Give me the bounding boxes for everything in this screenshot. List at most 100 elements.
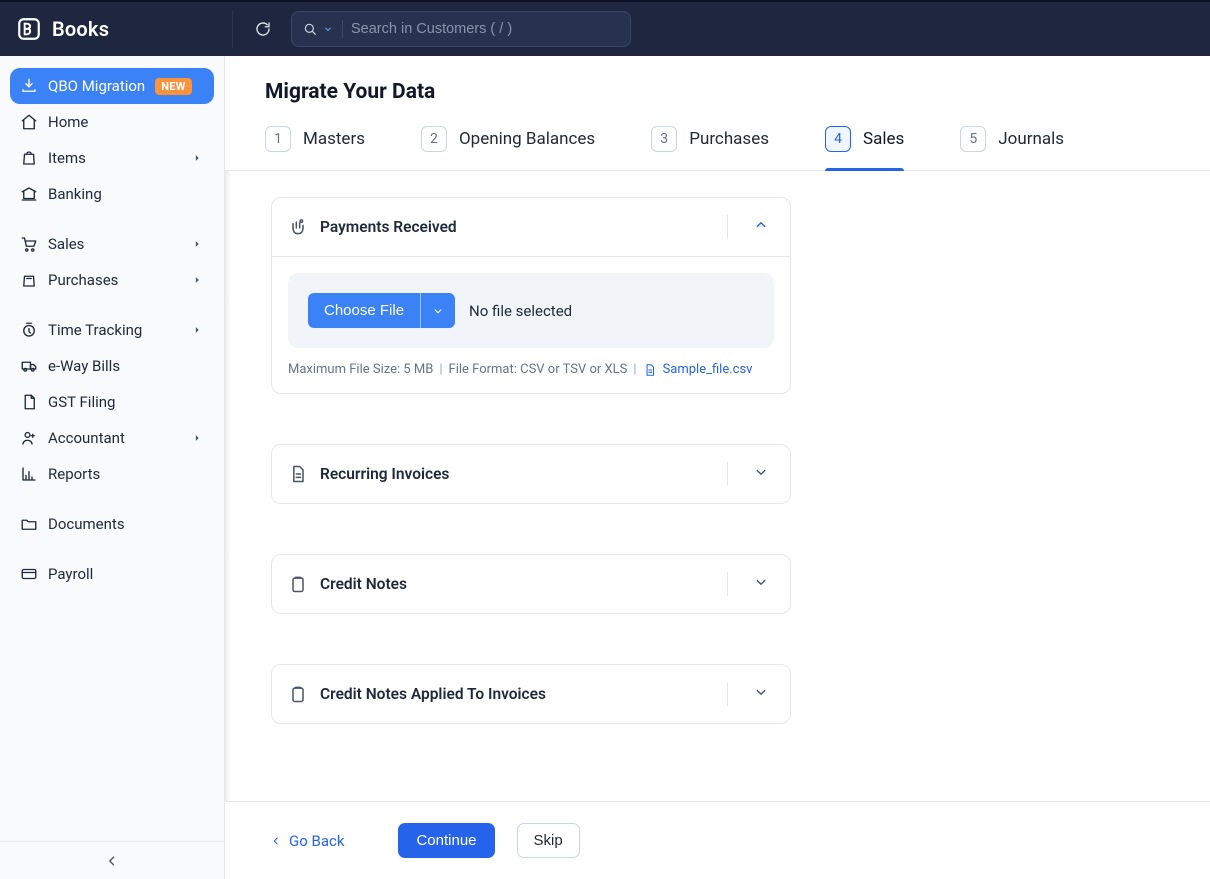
- sidebar-item-label: Accountant: [48, 429, 125, 447]
- sidebar-item-eway-bills[interactable]: e-Way Bills: [10, 348, 214, 384]
- footer-bar: Go Back Continue Skip: [225, 801, 1210, 879]
- chevron-right-icon: [190, 273, 204, 287]
- step-number: 3: [651, 126, 677, 152]
- file-icon: [643, 363, 657, 377]
- sidebar-item-documents[interactable]: Documents: [10, 506, 214, 542]
- chevron-left-icon: [269, 834, 283, 848]
- chevron-right-icon: [190, 237, 204, 251]
- sidebar-item-gst-filing[interactable]: GST Filing: [10, 384, 214, 420]
- step-number: 4: [825, 126, 851, 152]
- sample-file-link[interactable]: Sample_file.csv: [643, 362, 753, 377]
- document-icon: [288, 464, 308, 484]
- step-number: 2: [421, 126, 447, 152]
- step-number: 1: [265, 126, 291, 152]
- brand-icon: [16, 16, 42, 42]
- sidebar-item-label: GST Filing: [48, 393, 115, 411]
- sidebar-item-label: Reports: [48, 465, 100, 483]
- bank-icon: [20, 185, 38, 203]
- file-picker: Choose File No file selected: [288, 273, 774, 348]
- payments-icon: [288, 217, 308, 237]
- step-label: Journals: [998, 129, 1064, 149]
- step-label: Purchases: [689, 129, 769, 149]
- search-icon: [302, 21, 318, 37]
- step-opening-balances[interactable]: 2 Opening Balances: [421, 126, 595, 170]
- new-badge: NEW: [155, 78, 191, 95]
- step-purchases[interactable]: 3 Purchases: [651, 126, 769, 170]
- refresh-icon: [254, 20, 272, 38]
- truck-icon: [20, 357, 38, 375]
- sidebar-item-qbo-migration[interactable]: QBO Migration NEW: [10, 68, 214, 104]
- caret-down-icon: [431, 304, 445, 318]
- chevron-down-icon: [752, 683, 770, 701]
- sidebar-item-label: Documents: [48, 515, 125, 533]
- sidebar-item-label: Payroll: [48, 565, 93, 583]
- skip-button[interactable]: Skip: [517, 823, 580, 858]
- page-title: Migrate Your Data: [265, 80, 1170, 104]
- collapse-toggle[interactable]: [748, 212, 774, 242]
- expand-toggle[interactable]: [748, 569, 774, 599]
- bag-icon: [20, 149, 38, 167]
- step-label: Opening Balances: [459, 129, 595, 149]
- choose-file-button[interactable]: Choose File: [308, 293, 420, 328]
- sidebar-item-label: Banking: [48, 185, 102, 203]
- sidebar-item-items[interactable]: Items: [10, 140, 214, 176]
- hint-format: File Format: CSV or TSV or XLS: [449, 362, 628, 377]
- step-number: 5: [960, 126, 986, 152]
- sidebar-item-home[interactable]: Home: [10, 104, 214, 140]
- step-label: Sales: [863, 129, 904, 149]
- sidebar-item-reports[interactable]: Reports: [10, 456, 214, 492]
- sidebar-item-sales[interactable]: Sales: [10, 226, 214, 262]
- sidebar: QBO Migration NEW Home Items Banking Sal…: [0, 56, 225, 879]
- sidebar-collapse-button[interactable]: [0, 841, 224, 879]
- section-header[interactable]: Payments Received: [272, 198, 790, 256]
- file-status: No file selected: [469, 302, 572, 320]
- step-tabs: 1 Masters 2 Opening Balances 3 Purchases…: [225, 104, 1210, 171]
- chevron-down-icon: [322, 23, 334, 35]
- choose-file-dropdown[interactable]: [420, 293, 455, 328]
- section-header[interactable]: Credit Notes: [272, 555, 790, 613]
- document-icon: [20, 393, 38, 411]
- section-title: Recurring Invoices: [320, 465, 449, 483]
- sidebar-item-payroll[interactable]: Payroll: [10, 556, 214, 592]
- sidebar-item-accountant[interactable]: Accountant: [10, 420, 214, 456]
- sidebar-item-label: Home: [48, 113, 88, 131]
- search-field[interactable]: [291, 11, 631, 47]
- sidebar-item-label: Purchases: [48, 271, 118, 289]
- chevron-down-icon: [752, 463, 770, 481]
- step-masters[interactable]: 1 Masters: [265, 126, 365, 170]
- chevron-right-icon: [190, 323, 204, 337]
- hint-max-size: Maximum File Size: 5 MB: [288, 362, 433, 377]
- chevron-up-icon: [752, 216, 770, 234]
- payroll-icon: [20, 565, 38, 583]
- expand-toggle[interactable]: [748, 679, 774, 709]
- step-journals[interactable]: 5 Journals: [960, 126, 1064, 170]
- continue-button[interactable]: Continue: [398, 823, 494, 858]
- section-title: Credit Notes: [320, 575, 407, 593]
- go-back-label: Go Back: [289, 832, 344, 850]
- chevron-right-icon: [190, 431, 204, 445]
- section-header[interactable]: Credit Notes Applied To Invoices: [272, 665, 790, 723]
- home-icon: [20, 113, 38, 131]
- clipboard-icon: [288, 684, 308, 704]
- accountant-icon: [20, 429, 38, 447]
- timer-icon: [20, 321, 38, 339]
- search-input[interactable]: [351, 21, 620, 37]
- section-credit-notes: Credit Notes: [271, 554, 791, 614]
- section-header[interactable]: Recurring Invoices: [272, 445, 790, 503]
- sidebar-item-banking[interactable]: Banking: [10, 176, 214, 212]
- section-title: Payments Received: [320, 218, 457, 236]
- go-back-link[interactable]: Go Back: [269, 832, 344, 850]
- section-credit-notes-applied: Credit Notes Applied To Invoices: [271, 664, 791, 724]
- expand-toggle[interactable]: [748, 459, 774, 489]
- sidebar-item-label: QBO Migration: [48, 77, 145, 95]
- refresh-button[interactable]: [249, 15, 277, 43]
- sidebar-item-time-tracking[interactable]: Time Tracking: [10, 312, 214, 348]
- brand[interactable]: Books: [16, 16, 216, 42]
- chevron-left-icon: [103, 852, 121, 870]
- step-label: Masters: [303, 129, 365, 149]
- chevron-down-icon: [752, 573, 770, 591]
- cart-icon: [20, 235, 38, 253]
- clipboard-icon: [288, 574, 308, 594]
- step-sales[interactable]: 4 Sales: [825, 126, 904, 170]
- sidebar-item-purchases[interactable]: Purchases: [10, 262, 214, 298]
